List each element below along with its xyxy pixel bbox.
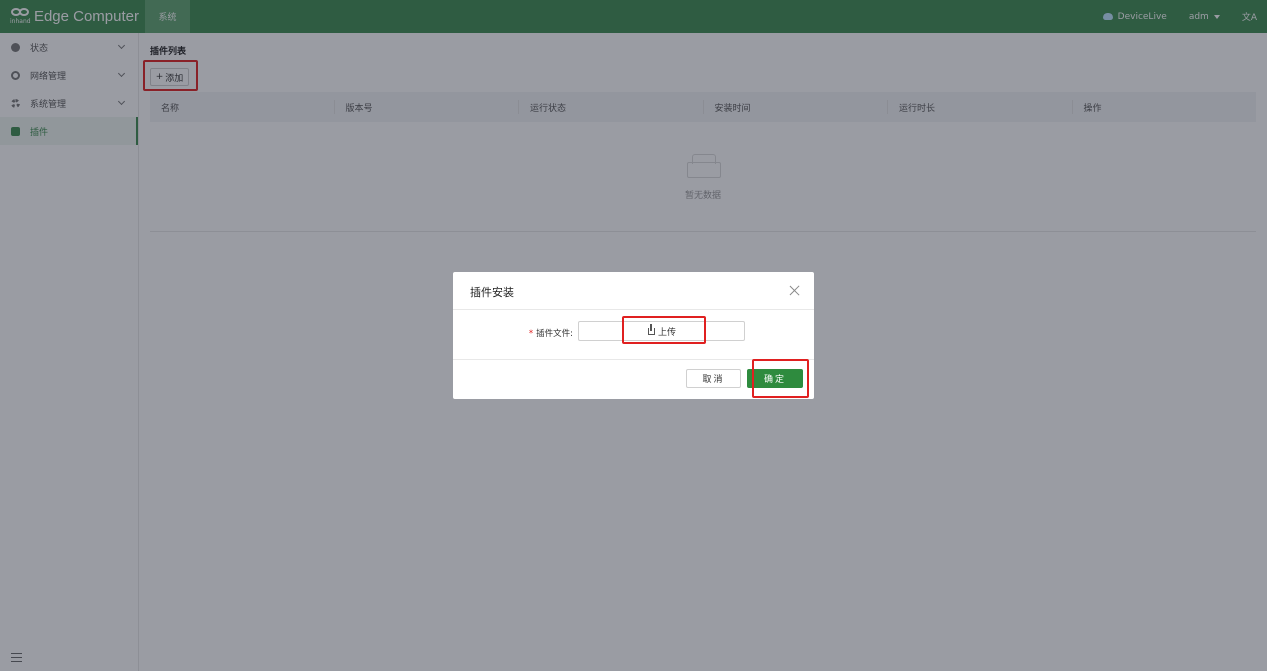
dialog-footer: 取消 确定 (453, 359, 814, 398)
cancel-button[interactable]: 取消 (686, 369, 741, 388)
dialog-title: 插件安装 (470, 286, 514, 299)
field-label-text: 插件文件: (536, 329, 573, 339)
highlight-box (752, 359, 809, 398)
dialog-header: 插件安装 (453, 272, 814, 310)
plugin-install-dialog: 插件安装 * 插件文件: 上传 取消 确定 (453, 272, 814, 399)
dialog-body: * 插件文件: 上传 (453, 310, 814, 360)
highlight-box (622, 316, 706, 344)
required-marker: * (528, 329, 534, 339)
plugin-file-label: * 插件文件: (517, 327, 573, 339)
close-icon[interactable] (789, 284, 801, 296)
